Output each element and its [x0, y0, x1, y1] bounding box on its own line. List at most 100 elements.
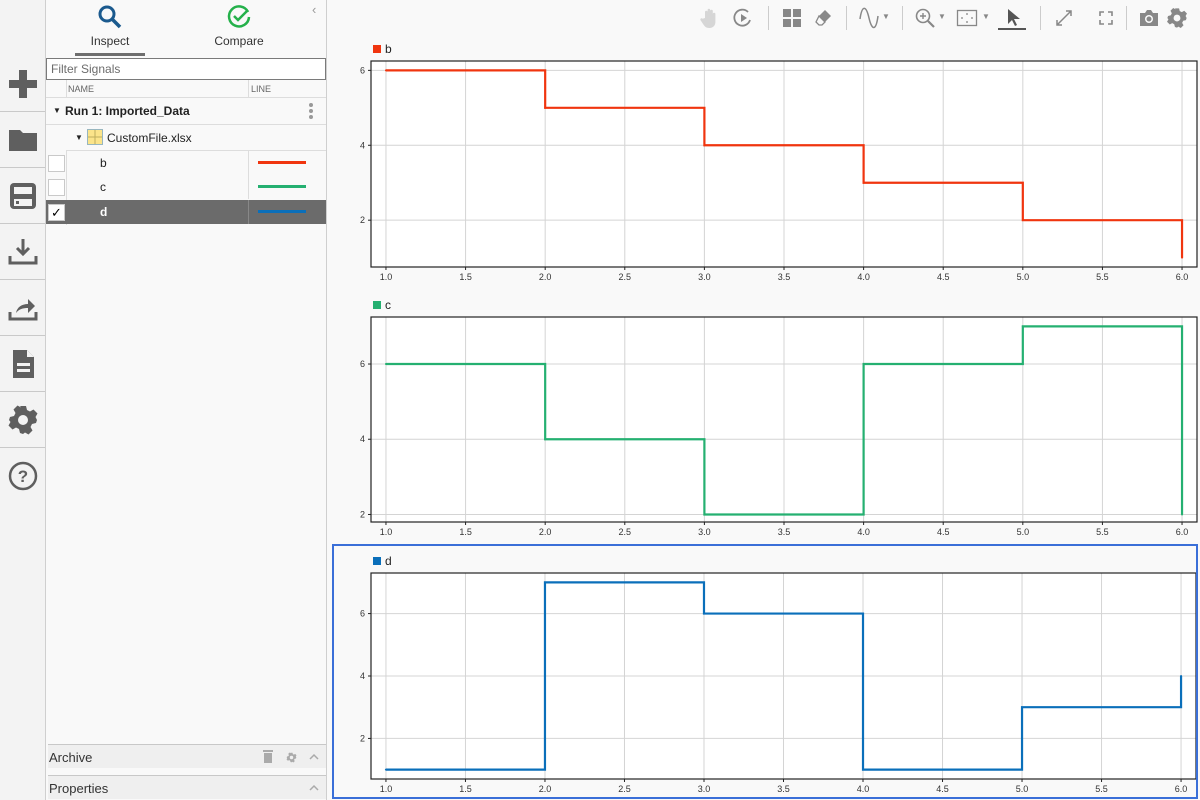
x-tick-label: 1.0	[380, 784, 393, 794]
snapshot-button[interactable]	[1137, 6, 1161, 30]
legend-label: c	[385, 298, 391, 312]
signal-checkbox-b[interactable]	[48, 155, 65, 172]
x-tick-label: 1.5	[459, 527, 472, 537]
save-button[interactable]	[0, 168, 45, 224]
signal-line-swatch[interactable]	[258, 210, 306, 213]
tab-compare[interactable]: Compare	[204, 4, 274, 56]
column-divider	[248, 80, 249, 98]
y-tick-label: 4	[360, 140, 365, 150]
chart-svg-d[interactable]: d 1.0 1.5 2.0 2.5 3.0 3.5 4.0 4.5 5.0 5.5 6.0 2 4 6	[334, 546, 1196, 797]
check-circle-icon	[227, 5, 251, 28]
toolbar-separator	[768, 6, 769, 30]
hand-icon	[700, 8, 716, 28]
signal-row-b[interactable]: b	[46, 151, 326, 175]
archive-section[interactable]: Archive	[48, 744, 326, 768]
new-session-button[interactable]	[0, 56, 45, 112]
more-options-icon[interactable]	[308, 102, 314, 120]
fullscreen-icon	[1099, 11, 1113, 25]
legend-swatch	[373, 45, 381, 53]
expand-file-icon[interactable]: ▼	[75, 133, 83, 142]
search-icon	[98, 5, 122, 29]
column-divider	[248, 200, 249, 224]
x-tick-label: 4.0	[857, 272, 870, 282]
data-point	[1021, 706, 1024, 709]
chart-svg-b[interactable]: b 1.0 1.5 2.0 2.5 3.0 3.5 4.0 4.5 5.0 5.5 6.0 2 4 6	[332, 38, 1198, 288]
gear-icon	[8, 405, 37, 434]
file-row[interactable]: ▼ CustomFile.xlsx	[66, 125, 326, 151]
signal-style-button[interactable]	[857, 6, 881, 30]
plot-b[interactable]: b 1.0 1.5 2.0 2.5 3.0 3.5 4.0 4.5 5.0 5.5 6.0 2 4 6	[332, 38, 1198, 288]
x-tick-label: 5.5	[1095, 784, 1108, 794]
legend-swatch	[373, 557, 381, 565]
x-tick-label: 4.5	[937, 527, 950, 537]
clear-button[interactable]	[811, 6, 835, 30]
chart-svg-c[interactable]: c 1.0 1.5 2.0 2.5 3.0 3.5 4.0 4.5 5.0 5.5 6.0 2 4 6	[332, 294, 1198, 544]
zoom-dropdown-icon[interactable]: ▼	[938, 12, 946, 21]
x-tick-label: 2.0	[539, 784, 552, 794]
x-tick-label: 3.5	[778, 272, 791, 282]
archive-settings-icon[interactable]	[286, 752, 297, 763]
signal-row-d[interactable]: ✓ d	[46, 200, 326, 224]
export-button[interactable]	[0, 280, 45, 336]
expand-arrows-icon	[1056, 10, 1072, 26]
trash-icon[interactable]	[262, 749, 274, 763]
column-divider	[66, 80, 67, 98]
data-point	[862, 768, 865, 771]
filter-signals-input[interactable]	[46, 58, 326, 80]
x-tick-label: 5.0	[1016, 784, 1029, 794]
replay-button[interactable]	[731, 6, 755, 30]
layout-button[interactable]	[780, 6, 804, 30]
fit-dropdown-icon[interactable]: ▼	[982, 12, 990, 21]
expand-button[interactable]	[1052, 6, 1076, 30]
signal-checkbox-c[interactable]	[48, 179, 65, 196]
x-tick-label: 2.5	[618, 784, 631, 794]
legend-label: d	[385, 554, 392, 568]
run-row[interactable]: ▼ Run 1: Imported_Data	[46, 98, 326, 125]
zoom-in-button[interactable]	[913, 6, 937, 30]
signal-line-swatch[interactable]	[258, 161, 306, 164]
signal-row-c[interactable]: c	[46, 175, 326, 199]
fit-to-view-button[interactable]	[955, 6, 979, 30]
properties-section[interactable]: Properties	[48, 775, 326, 799]
x-tick-label: 1.0	[380, 527, 393, 537]
open-button[interactable]	[0, 112, 45, 168]
report-button[interactable]	[0, 336, 45, 392]
cursor-button[interactable]	[1002, 6, 1026, 30]
signal-checkbox-d[interactable]: ✓	[48, 204, 65, 221]
chevron-up-icon[interactable]	[309, 753, 319, 760]
pan-button[interactable]	[698, 6, 722, 30]
preferences-button[interactable]	[0, 392, 45, 448]
signal-name: c	[100, 180, 106, 194]
signal-panel: Inspect Compare ‹ NAME LINE ▼ Run 1: Imp…	[46, 0, 327, 800]
settings-button[interactable]	[1165, 6, 1189, 30]
toolbar-separator	[902, 6, 903, 30]
data-point	[384, 363, 387, 366]
x-tick-label: 6.0	[1176, 272, 1189, 282]
help-button[interactable]: ?	[0, 448, 45, 504]
run-label: Run 1: Imported_Data	[65, 104, 190, 118]
data-point	[1180, 675, 1183, 677]
column-line-header[interactable]: LINE	[251, 84, 271, 94]
x-tick-label: 4.0	[857, 784, 870, 794]
fit-to-view-icon	[956, 9, 978, 27]
plot-toolbar: ▼ ▼ ▼	[330, 0, 1200, 36]
collapse-panel-button[interactable]: ‹	[312, 2, 316, 17]
x-tick-label: 3.0	[698, 272, 711, 282]
data-point	[384, 768, 387, 771]
plot-c[interactable]: c 1.0 1.5 2.0 2.5 3.0 3.5 4.0 4.5 5.0 5.5 6.0 2 4 6	[332, 294, 1198, 544]
tab-inspect[interactable]: Inspect	[75, 4, 145, 56]
column-name-header[interactable]: NAME	[68, 84, 94, 94]
fullscreen-button[interactable]	[1094, 6, 1118, 30]
signal-line-swatch[interactable]	[258, 185, 306, 188]
data-point	[1021, 325, 1024, 328]
expand-run-icon[interactable]: ▼	[53, 106, 61, 115]
download-icon	[8, 238, 37, 264]
x-tick-label: 2.5	[619, 527, 632, 537]
data-point	[543, 581, 546, 584]
toolbar-separator	[846, 6, 847, 30]
import-button[interactable]	[0, 224, 45, 280]
chevron-up-icon[interactable]	[309, 784, 319, 791]
signal-style-dropdown-icon[interactable]: ▼	[882, 12, 890, 21]
plot-d[interactable]: d 1.0 1.5 2.0 2.5 3.0 3.5 4.0 4.5 5.0 5.5 6.0 2 4 6	[332, 544, 1198, 799]
data-point	[862, 363, 865, 366]
